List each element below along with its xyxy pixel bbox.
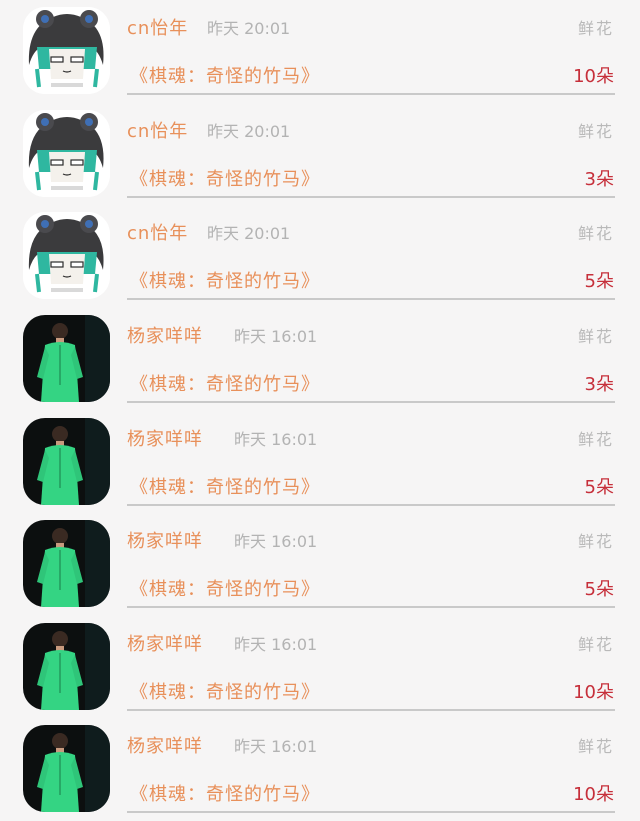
gift-count: 5朵 — [584, 579, 614, 600]
avatar[interactable] — [23, 7, 110, 94]
list-item[interactable]: 杨家咩咩 昨天 16:01 鲜花 《棋魂：奇怪的竹马》 10朵 — [0, 616, 640, 719]
gift-type-label: 鲜花 — [577, 430, 614, 449]
gift-type-label: 鲜花 — [577, 19, 614, 38]
row-divider — [127, 504, 615, 506]
avatar[interactable] — [23, 520, 110, 607]
anime-avatar-icon — [23, 212, 110, 299]
gift-count: 10朵 — [573, 682, 614, 703]
gift-count: 3朵 — [584, 169, 614, 190]
user-name[interactable]: 杨家咩咩 — [127, 732, 203, 758]
row-divider — [127, 298, 615, 300]
row-divider — [127, 606, 615, 608]
book-title-link[interactable]: 《棋魂：奇怪的竹马》 — [130, 62, 320, 88]
avatar[interactable] — [23, 725, 110, 812]
row-divider — [127, 709, 615, 711]
gift-count: 5朵 — [584, 271, 614, 292]
timestamp: 昨天 20:01 — [207, 224, 291, 243]
gift-type-label: 鲜花 — [577, 532, 614, 551]
avatar[interactable] — [23, 623, 110, 710]
row-divider — [127, 196, 615, 198]
gift-type-label: 鲜花 — [577, 635, 614, 654]
person-photo-icon — [23, 520, 110, 607]
timestamp: 昨天 20:01 — [207, 122, 291, 141]
person-photo-icon — [23, 418, 110, 505]
avatar[interactable] — [23, 315, 110, 402]
user-name[interactable]: 杨家咩咩 — [127, 527, 203, 553]
book-title-link[interactable]: 《棋魂：奇怪的竹马》 — [130, 575, 320, 601]
book-title-link[interactable]: 《棋魂：奇怪的竹马》 — [130, 473, 320, 499]
user-name[interactable]: cn怡年 — [127, 219, 188, 245]
user-name[interactable]: 杨家咩咩 — [127, 425, 203, 451]
gift-count: 10朵 — [573, 784, 614, 805]
user-name[interactable]: 杨家咩咩 — [127, 322, 203, 348]
book-title-link[interactable]: 《棋魂：奇怪的竹马》 — [130, 678, 320, 704]
user-name[interactable]: 杨家咩咩 — [127, 630, 203, 656]
timestamp: 昨天 16:01 — [234, 532, 318, 551]
person-photo-icon — [23, 315, 110, 402]
person-photo-icon — [23, 623, 110, 710]
avatar[interactable] — [23, 418, 110, 505]
timestamp: 昨天 16:01 — [234, 327, 318, 346]
gift-type-label: 鲜花 — [577, 327, 614, 346]
list-item[interactable]: 杨家咩咩 昨天 16:01 鲜花 《棋魂：奇怪的竹马》 10朵 — [0, 718, 640, 821]
timestamp: 昨天 16:01 — [234, 737, 318, 756]
anime-avatar-icon — [23, 7, 110, 94]
row-divider — [127, 401, 615, 403]
timestamp: 昨天 16:01 — [234, 635, 318, 654]
list-item[interactable]: cn怡年 昨天 20:01 鲜花 《棋魂：奇怪的竹马》 3朵 — [0, 103, 640, 206]
list-item[interactable]: 杨家咩咩 昨天 16:01 鲜花 《棋魂：奇怪的竹马》 3朵 — [0, 308, 640, 411]
person-photo-icon — [23, 725, 110, 812]
book-title-link[interactable]: 《棋魂：奇怪的竹马》 — [130, 780, 320, 806]
user-name[interactable]: cn怡年 — [127, 14, 188, 40]
timestamp: 昨天 16:01 — [234, 430, 318, 449]
list-item[interactable]: cn怡年 昨天 20:01 鲜花 《棋魂：奇怪的竹马》 10朵 — [0, 0, 640, 103]
gift-count: 5朵 — [584, 477, 614, 498]
gift-count: 10朵 — [573, 66, 614, 87]
anime-avatar-icon — [23, 110, 110, 197]
gift-type-label: 鲜花 — [577, 224, 614, 243]
book-title-link[interactable]: 《棋魂：奇怪的竹马》 — [130, 267, 320, 293]
avatar[interactable] — [23, 212, 110, 299]
row-divider — [127, 93, 615, 95]
user-name[interactable]: cn怡年 — [127, 117, 188, 143]
list-item[interactable]: 杨家咩咩 昨天 16:01 鲜花 《棋魂：奇怪的竹马》 5朵 — [0, 513, 640, 616]
gift-type-label: 鲜花 — [577, 122, 614, 141]
gift-record-list: cn怡年 昨天 20:01 鲜花 《棋魂：奇怪的竹马》 10朵 cn怡年 昨天 … — [0, 0, 640, 813]
book-title-link[interactable]: 《棋魂：奇怪的竹马》 — [130, 165, 320, 191]
gift-type-label: 鲜花 — [577, 737, 614, 756]
timestamp: 昨天 20:01 — [207, 19, 291, 38]
gift-count: 3朵 — [584, 374, 614, 395]
book-title-link[interactable]: 《棋魂：奇怪的竹马》 — [130, 370, 320, 396]
list-item[interactable]: cn怡年 昨天 20:01 鲜花 《棋魂：奇怪的竹马》 5朵 — [0, 205, 640, 308]
list-item[interactable]: 杨家咩咩 昨天 16:01 鲜花 《棋魂：奇怪的竹马》 5朵 — [0, 411, 640, 514]
avatar[interactable] — [23, 110, 110, 197]
